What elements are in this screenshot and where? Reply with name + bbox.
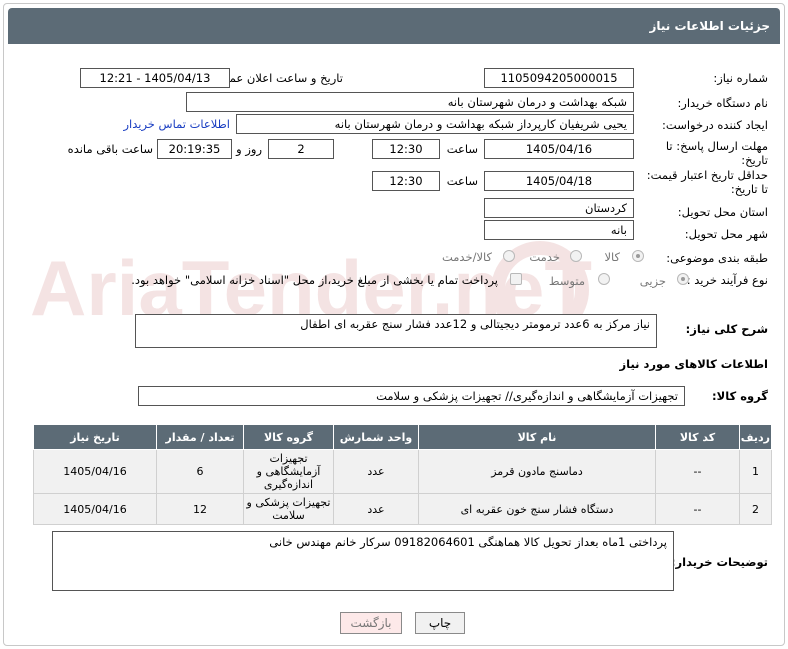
province-label: استان محل تحویل: [677,205,768,219]
announce-datetime-field[interactable]: 1405/04/13 - 12:21 [80,68,230,88]
col-header-row-num: ردیف [739,424,772,450]
category-option-goods: کالا [604,250,620,264]
validity-time-label: ساعت [446,174,478,188]
category-radio-goods[interactable] [632,250,644,262]
back-button[interactable]: بازگشت [340,612,402,634]
goods-section-title: اطلاعات کالاهای مورد نیاز [619,357,768,371]
need-number-label: شماره نیاز: [713,71,768,85]
validity-time-field[interactable]: 12:30 [372,171,440,191]
buyer-notes-textarea[interactable]: پرداختی 1ماه بعداز تحویل کالا هماهنگی 09… [52,531,674,591]
goods-group-field[interactable]: تجهیزات آزمایشگاهی و اندازه‌گیری// تجهیز… [138,386,685,406]
buyer-org-field[interactable]: شبکه بهداشت و درمان شهرستان بانه [186,92,634,112]
items-table: ردیف کد کالا نام کالا واحد شمارش گروه کا… [33,424,772,525]
deadline-date-field[interactable]: 1405/04/16 [484,139,634,159]
buyer-notes-label: توضیحات خریدار: [670,555,768,569]
days-label: روز و [236,142,262,156]
city-field[interactable]: بانه [484,220,634,240]
cell-unit: عدد [333,449,419,494]
process-option-minor: جزیی [639,274,666,288]
category-label: طبقه بندی موضوعی: [666,251,768,265]
validity-label-date: تا تاریخ: [730,182,768,196]
days-count-field[interactable]: 2 [268,139,334,159]
process-radio-medium[interactable] [598,273,610,285]
deadline-time-field[interactable]: 12:30 [372,139,440,159]
buyer-contact-link[interactable]: اطلاعات تماس خریدار [123,117,230,131]
col-header-qty: تعداد / مقدار [156,424,244,450]
province-field[interactable]: کردستان [484,198,634,218]
cell-date: 1405/04/16 [33,449,157,494]
deadline-label-date: تاریخ: [741,153,768,167]
category-option-both: کالا/خدمت [441,250,492,264]
summary-text: نیاز مرکز به 6عدد ترمومتر دیجیتالی و 12ع… [300,317,650,331]
cell-qty: 12 [156,493,244,525]
treasury-payment-checkbox[interactable] [510,273,522,285]
table-row[interactable]: 2 -- دستگاه فشار سنج خون عقربه ای عدد تج… [33,493,772,525]
summary-textarea[interactable]: نیاز مرکز به 6عدد ترمومتر دیجیتالی و 12ع… [135,314,657,348]
remaining-label: ساعت باقی مانده [67,142,153,156]
category-radio-both[interactable] [503,250,515,262]
cell-group: تجهیزات پزشکی و سلامت [243,493,334,525]
remaining-time-field[interactable]: 20:19:35 [157,139,232,159]
table-row[interactable]: 1 -- دماسنج مادون قرمز عدد تجهیزات آزمای… [33,449,772,494]
col-header-date: تاریخ نیاز [33,424,157,450]
category-option-service: خدمت [529,250,560,264]
cell-qty: 6 [156,449,244,494]
cell-name: دماسنج مادون قرمز [418,449,656,494]
col-header-name: نام کالا [418,424,656,450]
category-radio-service[interactable] [570,250,582,262]
need-number-field[interactable]: 1105094205000015 [484,68,634,88]
buyer-notes-text: پرداختی 1ماه بعداز تحویل کالا هماهنگی 09… [269,535,667,549]
cell-date: 1405/04/16 [33,493,157,525]
process-label: نوع فرآیند خرید : [686,273,768,287]
col-header-unit: واحد شمارش [333,424,419,450]
process-option-medium: متوسط [548,274,585,288]
buyer-org-label: نام دستگاه خریدار: [677,96,768,110]
city-label: شهر محل تحویل: [684,227,768,241]
col-header-code: کد کالا [655,424,740,450]
items-table-header: ردیف کد کالا نام کالا واحد شمارش گروه کا… [33,424,772,450]
cell-row-num: 2 [739,493,772,525]
deadline-time-label: ساعت [446,142,478,156]
cell-code: -- [655,493,740,525]
cell-row-num: 1 [739,449,772,494]
process-radio-minor[interactable] [677,273,689,285]
print-button[interactable]: چاپ [415,612,465,634]
summary-label: شرح کلی نیاز: [685,322,768,336]
deadline-label: مهلت ارسال پاسخ: تا [665,139,768,153]
creator-label: ایجاد کننده درخواست: [662,118,768,132]
page-title: جزئیات اطلاعات نیاز [8,8,780,44]
validity-date-field[interactable]: 1405/04/18 [484,171,634,191]
validity-label: حداقل تاریخ اعتبار قیمت: [646,168,768,182]
cell-unit: عدد [333,493,419,525]
cell-name: دستگاه فشار سنج خون عقربه ای [418,493,656,525]
creator-field[interactable]: یحیی شریفیان کارپرداز شبکه بهداشت و درما… [236,114,634,134]
cell-group: تجهیزات آزمایشگاهی و اندازه‌گیری [243,449,334,494]
cell-code: -- [655,449,740,494]
col-header-group: گروه کالا [243,424,334,450]
goods-group-label: گروه کالا: [712,389,768,403]
treasury-payment-note: پرداخت تمام یا بخشی از مبلغ خرید،از محل … [131,273,498,287]
